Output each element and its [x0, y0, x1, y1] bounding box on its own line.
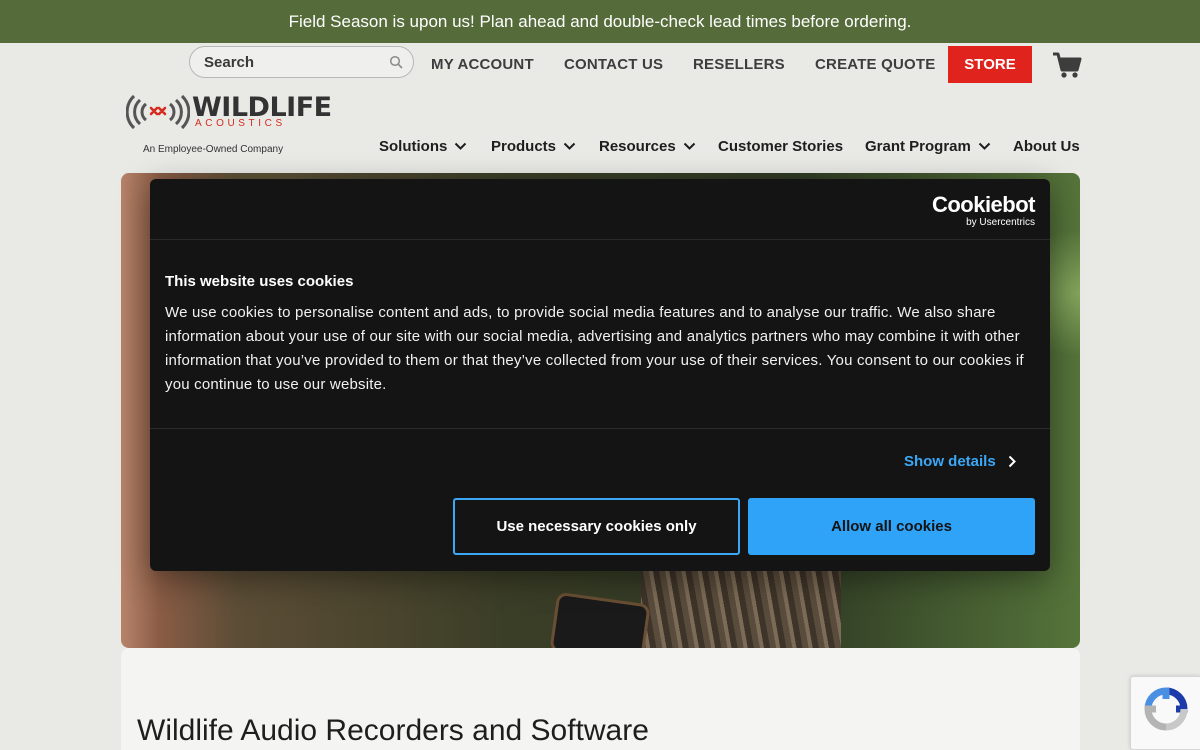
cookiebot-brand-sub: by Usercentrics	[966, 217, 1035, 228]
show-details-link[interactable]: Show details	[904, 453, 1016, 470]
nav-grant-program-label: Grant Program	[865, 138, 971, 155]
cookiebot-brand: Cookiebot	[931, 192, 1036, 217]
recaptcha-badge[interactable]	[1130, 676, 1200, 750]
store-button[interactable]: STORE	[948, 46, 1032, 83]
dialog-divider	[150, 428, 1050, 429]
chevron-down-icon	[978, 142, 991, 150]
show-details-label: Show details	[904, 453, 996, 470]
nav-customer-stories[interactable]: Customer Stories	[718, 138, 843, 155]
dialog-divider	[150, 239, 1050, 240]
nav-resources[interactable]: Resources	[599, 138, 696, 155]
chevron-down-icon	[455, 142, 467, 150]
logo-tagline: An Employee-Owned Company	[143, 144, 284, 155]
wildlife-acoustics-logo[interactable]: WILDLIFE ACOUSTICS An Employee-Owned Com…	[126, 92, 332, 156]
nav-customer-stories-label: Customer Stories	[718, 138, 844, 155]
logo-subtitle: ACOUSTICS	[195, 118, 286, 129]
use-necessary-cookies-button[interactable]: Use necessary cookies only	[453, 498, 740, 555]
resellers-link[interactable]: RESELLERS	[693, 56, 785, 73]
nav-resources-label: Resources	[599, 138, 676, 155]
main-content: Wildlife Audio Recorders and Software	[121, 648, 1080, 750]
search-icon[interactable]	[389, 55, 403, 69]
recaptcha-icon	[1144, 687, 1188, 731]
announcement-text: Field Season is upon us! Plan ahead and …	[288, 11, 912, 31]
nav-products-label: Products	[491, 138, 557, 155]
search-input[interactable]	[204, 53, 384, 71]
cookie-dialog-body: We use cookies to personalise content an…	[165, 304, 1024, 393]
cookie-dialog-title: This website uses cookies	[165, 273, 354, 290]
nav-about-us-label: About Us	[1013, 138, 1080, 155]
nav-solutions-label: Solutions	[379, 138, 448, 155]
chevron-down-icon	[683, 142, 695, 150]
announcement-banner: Field Season is upon us! Plan ahead and …	[0, 0, 1200, 43]
chevron-right-icon	[1008, 455, 1016, 468]
chevron-down-icon	[563, 142, 576, 150]
cookiebot-logo: Cookiebot by Usercentrics	[931, 192, 1036, 228]
my-account-link[interactable]: MY ACCOUNT	[431, 56, 534, 73]
nav-about-us[interactable]: About Us	[1013, 138, 1080, 155]
allow-all-cookies-button[interactable]: Allow all cookies	[748, 498, 1035, 555]
cookie-consent-dialog: Cookiebot by Usercentrics This website u…	[150, 179, 1050, 571]
page-title: Wildlife Audio Recorders and Software	[137, 714, 649, 747]
nav-grant-program[interactable]: Grant Program	[865, 138, 991, 155]
sound-waves-icon	[126, 94, 190, 130]
shopping-cart-icon[interactable]	[1052, 51, 1082, 79]
create-quote-link[interactable]: CREATE QUOTE	[815, 56, 935, 73]
phone-in-hand	[549, 591, 651, 648]
nav-products[interactable]: Products	[491, 138, 576, 155]
contact-us-link[interactable]: CONTACT US	[564, 56, 663, 73]
nav-solutions[interactable]: Solutions	[379, 138, 467, 155]
search-box[interactable]	[189, 46, 414, 78]
